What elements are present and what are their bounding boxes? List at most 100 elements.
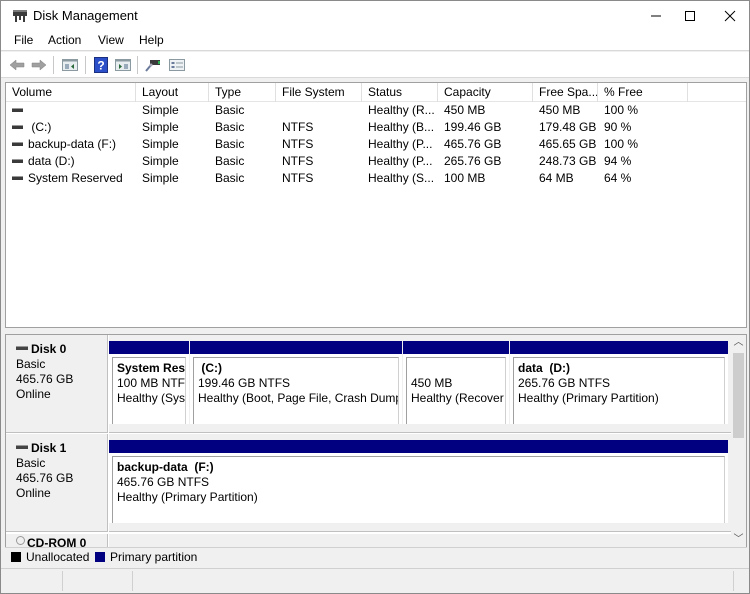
forward-button[interactable] <box>29 56 49 74</box>
column-header-capacity[interactable]: Capacity <box>438 83 533 102</box>
partition-d[interactable]: data (D:) 265.76 GB NTFS Healthy (Primar… <box>510 341 728 424</box>
menu-action[interactable]: Action <box>46 33 83 47</box>
free-space-cell: 248.73 GB <box>539 154 597 168</box>
scroll-up-button[interactable]: ︿ <box>731 335 746 351</box>
volume-row[interactable]: data (D:) Simple Basic NTFS Healthy (P..… <box>6 153 746 170</box>
back-button[interactable] <box>7 56 27 74</box>
connect-button[interactable] <box>143 56 163 74</box>
column-header-free-space[interactable]: Free Spa... <box>533 83 598 102</box>
close-icon <box>724 10 736 22</box>
menu-bar: File Action View Help <box>1 31 749 51</box>
disk-management-window: Disk Management File Action View Help ? <box>0 0 750 594</box>
partition-type-bar <box>190 341 402 354</box>
partition-details: data (D:) 265.76 GB NTFS Healthy (Primar… <box>513 357 725 424</box>
status-bar <box>1 568 749 593</box>
legend: Unallocated Primary partition <box>5 547 747 566</box>
toolbar: ? <box>1 52 749 78</box>
partition-details: 450 MB Healthy (Recover <box>406 357 506 424</box>
column-header-layout[interactable]: Layout <box>136 83 209 102</box>
connect-virtual-disk-icon <box>145 60 160 72</box>
disk-graphical-pane: Disk 0 Basic 465.76 GB Online System Res… <box>5 334 747 566</box>
partition-status: Healthy (Primary Partition) <box>518 391 659 405</box>
volume-list: Volume Layout Type File System Status Ca… <box>5 82 747 328</box>
volume-row[interactable]: System Reserved Simple Basic NTFS Health… <box>6 170 746 187</box>
column-header-percent-free[interactable]: % Free <box>598 83 688 102</box>
percent-free-cell: 100 % <box>604 103 639 117</box>
legend-swatch-primary-partition <box>95 552 105 562</box>
column-header-file-system[interactable]: File System <box>276 83 362 102</box>
volume-icon <box>12 124 23 129</box>
legend-swatch-unallocated <box>11 552 21 562</box>
close-button[interactable] <box>707 1 750 31</box>
partition-c[interactable]: (C:) 199.46 GB NTFS Healthy (Boot, Page … <box>190 341 402 424</box>
capacity-cell: 199.46 GB <box>444 120 502 134</box>
disk-0-label[interactable]: Disk 0 Basic 465.76 GB Online <box>6 335 108 433</box>
partition-f[interactable]: backup-data (F:) 465.76 GB NTFS Healthy … <box>109 440 728 523</box>
partition-name: backup-data (F:) <box>117 460 214 474</box>
disk-name: Disk 0 <box>31 342 67 356</box>
capacity-cell: 465.76 GB <box>444 137 502 151</box>
partition-details: backup-data (F:) 465.76 GB NTFS Healthy … <box>112 456 725 523</box>
cdrom-0-label[interactable]: CD-ROM 0 <box>6 534 108 548</box>
cdrom-icon <box>16 536 25 545</box>
disk-management-app-icon <box>13 10 27 22</box>
status-panel <box>132 571 133 591</box>
chevron-up-icon: ︿ <box>733 337 744 348</box>
file-system-cell <box>276 102 362 119</box>
type-cell: Basic <box>215 154 245 168</box>
free-space-cell: 465.65 GB <box>539 137 597 151</box>
disk-size: 465.76 GB <box>16 471 74 485</box>
show-hide-action-pane-button[interactable] <box>113 56 133 74</box>
partition-size: 465.76 GB NTFS <box>117 475 210 489</box>
disk-icon <box>16 444 28 449</box>
disk-row-disk-0: Disk 0 Basic 465.76 GB Online System Res… <box>6 335 732 433</box>
volume-icon <box>12 141 23 146</box>
partition-system-reserved[interactable]: System Res 100 MB NTF Healthy (Sys <box>109 341 189 424</box>
disk-row-disk-1: Disk 1 Basic 465.76 GB Online backup-dat… <box>6 434 732 532</box>
show-hide-console-tree-button[interactable] <box>60 56 80 74</box>
type-cell: Basic <box>215 103 245 117</box>
legend-label-primary-partition: Primary partition <box>110 550 198 564</box>
partition-type-bar <box>109 440 728 453</box>
back-icon <box>9 59 25 71</box>
partition-recovery[interactable]: 450 MB Healthy (Recover <box>403 341 509 424</box>
column-header-type[interactable]: Type <box>209 83 276 102</box>
menu-help[interactable]: Help <box>137 33 166 47</box>
volume-row[interactable]: (C:) Simple Basic NTFS Healthy (B... 199… <box>6 119 746 136</box>
disk-0-partitions: System Res 100 MB NTF Healthy (Sys (C:) … <box>109 335 732 433</box>
volume-name: (C:) <box>28 120 52 134</box>
disk-pane-scrollbar[interactable]: ︿ ﹀ <box>731 335 746 565</box>
disk-type: Basic <box>16 357 46 371</box>
menu-file[interactable]: File <box>12 33 35 47</box>
scrollbar-thumb[interactable] <box>733 353 744 438</box>
partition-name: (C:) <box>198 361 222 375</box>
volume-row[interactable]: Simple Basic Healthy (R... 450 MB 450 MB… <box>6 102 746 119</box>
percent-free-cell: 100 % <box>604 137 639 151</box>
properties-button[interactable] <box>167 56 187 74</box>
type-cell: Basic <box>215 120 245 134</box>
window-title: Disk Management <box>33 8 138 23</box>
partition-type-bar <box>109 341 189 354</box>
scroll-down-button[interactable]: ﹀ <box>731 532 746 548</box>
column-header-volume[interactable]: Volume <box>6 83 136 102</box>
partition-size: 450 MB <box>411 376 453 390</box>
action-pane-icon <box>115 59 131 71</box>
svg-text:?: ? <box>97 59 104 73</box>
layout-cell: Simple <box>142 120 179 134</box>
file-system-cell: NTFS <box>282 137 314 151</box>
menu-view[interactable]: View <box>96 33 126 47</box>
status-cell: Healthy (B... <box>368 120 435 134</box>
partition-type-bar <box>403 341 509 354</box>
forward-icon <box>31 59 47 71</box>
volume-row[interactable]: backup-data (F:) Simple Basic NTFS Healt… <box>6 136 746 153</box>
layout-cell: Simple <box>142 154 179 168</box>
console-tree-icon <box>62 59 78 71</box>
column-header-status[interactable]: Status <box>362 83 438 102</box>
file-system-cell: NTFS <box>282 120 314 134</box>
disk-1-label[interactable]: Disk 1 Basic 465.76 GB Online <box>6 434 108 532</box>
capacity-cell: 100 MB <box>444 171 486 185</box>
help-button[interactable]: ? <box>91 56 111 74</box>
volume-icon <box>12 107 23 112</box>
maximize-icon <box>685 11 695 21</box>
cdrom-0-area <box>109 534 732 548</box>
